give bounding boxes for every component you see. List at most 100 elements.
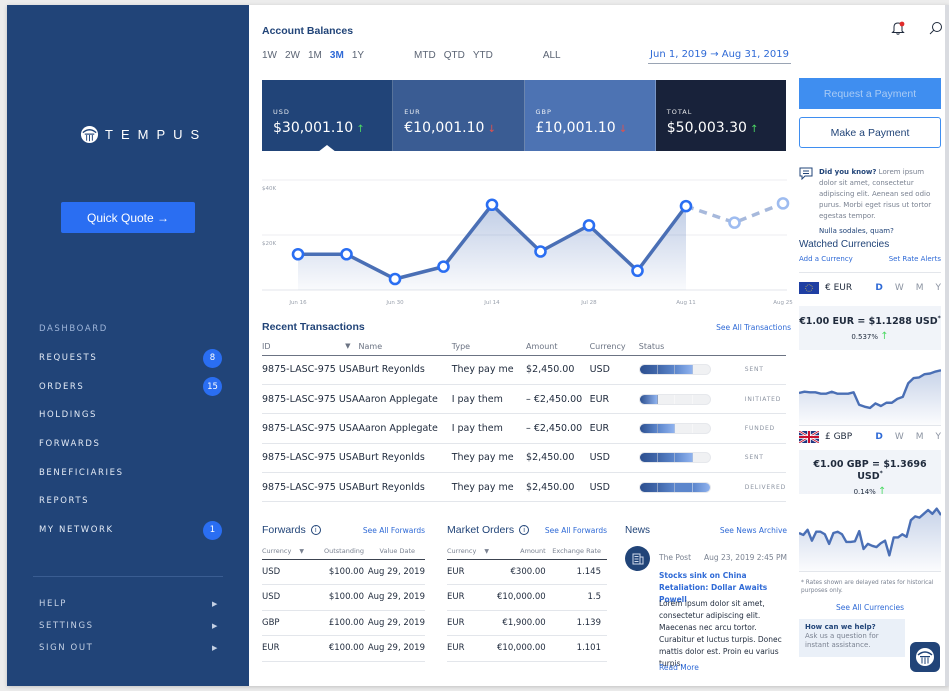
table-row[interactable]: EUR €100.00 Aug 29, 2019 [262,635,425,662]
progress-segment [639,365,658,375]
brand-name: TEMPUS [105,127,208,142]
count-badge: 15 [203,377,222,397]
see-all-forwards-link[interactable]: See All Forwards [363,526,425,535]
col-type[interactable]: Type [451,338,525,356]
see-all-currencies-link[interactable]: See All Currencies [799,603,941,612]
table-row[interactable]: EUR €10,000.00 1.5 [447,584,607,611]
table-row[interactable]: EUR €10,000.00 1.101 [447,635,607,662]
range-2w[interactable]: 2W [285,50,300,61]
quick-quote-button[interactable]: Quick Quote → [61,202,195,233]
transaction-row[interactable]: 9875-LASC-975 USA Aaron Applegate I pay th… [262,384,786,415]
currency-name[interactable]: £ GBP [825,432,852,442]
chat-assistant-button[interactable] [910,642,940,672]
scrollbar[interactable] [945,5,949,686]
table-row[interactable]: EUR €1,900.00 1.139 [447,610,607,636]
balance-value: £10,001.10 ↓ [535,120,628,136]
col-currency[interactable]: Currency ▼ [262,543,314,560]
transaction-amount: $2,450.00 [524,355,590,385]
nav-item-sign-out[interactable]: SIGN OUT ▶ [39,637,219,659]
nav-item-my-network[interactable]: MY NETWORK 1 [39,516,222,545]
balance-card-total[interactable]: TOTAL $50,003.30 ↑ [655,80,786,151]
nav-item-help[interactable]: HELP ▶ [39,593,219,615]
help-text: Ask us a question for instant assistance… [805,632,879,649]
range-ytd[interactable]: YTD [473,50,493,61]
period-w[interactable]: W [895,432,904,442]
see-all-transactions-link[interactable]: See All Transactions [716,323,791,332]
nav-item-beneficiaries[interactable]: BENEFICIARIES [39,458,219,487]
date-range-picker[interactable]: Jun 1, 2019 → Aug 31, 2019 [648,49,791,64]
transaction-row[interactable]: 9875-LASC-975 USA Burt Reyonlds They pay m… [262,443,786,474]
period-m[interactable]: M [916,432,924,442]
col-currency[interactable]: Currency [589,338,639,356]
nav-item-holdings[interactable]: HOLDINGS [39,401,219,430]
x-tick-label: Aug 25 [773,300,793,306]
col-currency[interactable]: Currency ▼ [447,543,497,560]
col-id[interactable]: ID ▼ [262,338,359,356]
forwards-table: Currency ▼ Outstanding Value Date USD $10… [262,543,425,662]
period-y[interactable]: Y [936,432,942,442]
table-row[interactable]: GBP £100.00 Aug 29, 2019 [262,610,425,636]
col-name[interactable]: Name [358,338,452,356]
nav-item-settings[interactable]: SETTINGS ▶ [39,615,219,637]
period-d[interactable]: D [875,432,882,442]
see-news-archive-link[interactable]: See News Archive [720,526,787,535]
count-badge: 1 [203,520,222,540]
divider [799,272,941,273]
see-all-market-orders-link[interactable]: See All Forwards [545,526,607,535]
news-timestamp: Aug 23, 2019 2:45 PM [703,553,787,562]
nav-item-forwards[interactable]: FORWARDS [39,430,219,459]
nav-item-reports[interactable]: REPORTS [39,487,219,516]
balance-card-gbp[interactable]: GBP £10,001.10 ↓ [524,80,656,151]
period-w[interactable]: W [895,283,904,293]
table-cell: €10,000.00 [497,635,546,662]
did-you-know-link[interactable]: Nulla sodales, quam? [819,226,941,237]
col-exchange-rate[interactable]: Exchange Rate [545,543,607,560]
search-icon[interactable] [929,21,943,35]
range-mtd[interactable]: MTD [414,50,436,61]
info-icon[interactable]: i [519,525,530,536]
col-outstanding[interactable]: Outstanding [314,543,364,560]
nav-item-requests[interactable]: REQUESTS 8 [39,344,222,373]
transaction-row[interactable]: 9875-LASC-975 USA Aaron Applegate I pay th… [262,413,786,444]
add-currency-link[interactable]: Add a Currency [799,255,853,263]
transaction-row[interactable]: 9875-LASC-975 USA Burt Reyonlds They pay m… [262,355,786,385]
transaction-row[interactable]: 9875-LASC-975 USA Burt Reyonlds They pay m… [262,472,786,503]
table-row[interactable]: USD $100.00 Aug 29, 2019 [262,559,425,585]
col-value-date[interactable]: Value Date [364,543,425,560]
read-more-link[interactable]: Read More [659,663,699,672]
sort-caret-icon[interactable]: ▼ [345,342,350,350]
range-all[interactable]: ALL [543,50,561,61]
help-prompt[interactable]: How can we help? Ask us a question for i… [799,619,905,657]
sort-caret-icon: ▼ [484,547,489,555]
range-qtd[interactable]: QTD [444,50,465,61]
currency-name[interactable]: € EUR [825,283,852,293]
gbp-rate-box: €1.00 GBP = $1.3696 USD* 0.14% ↑ [799,450,941,498]
set-rate-alerts-link[interactable]: Set Rate Alerts [889,255,941,263]
period-d[interactable]: D [875,283,882,293]
col-status[interactable]: Status [638,338,786,356]
request-payment-button[interactable]: Request a Payment [799,78,941,109]
notification-bell-icon[interactable] [891,21,905,35]
nav-item-orders[interactable]: ORDERS 15 [39,372,222,401]
brand-logo[interactable]: TEMPUS [80,125,207,144]
info-icon[interactable]: i [310,525,321,536]
range-1m[interactable]: 1M [308,50,322,61]
make-payment-button[interactable]: Make a Payment [799,117,941,148]
data-point [631,264,644,278]
range-1w[interactable]: 1W [262,50,277,61]
eur-sparkline [799,369,941,425]
table-row[interactable]: EUR €300.00 1.145 [447,559,607,585]
col-amount[interactable]: Amount [524,338,590,356]
balance-card-usd[interactable]: USD $30,001.10 ↑ [262,80,394,152]
range-3m[interactable]: 3M [330,50,344,61]
balance-card-eur[interactable]: EUR €10,001.10 ↓ [393,80,525,151]
range-1y[interactable]: 1Y [352,50,364,61]
table-row[interactable]: USD $100.00 Aug 29, 2019 [262,584,425,611]
rates-disclaimer: * Rates shown are delayed rates for hist… [801,580,934,594]
period-y[interactable]: Y [936,283,942,293]
nav-label: MY NETWORK [39,525,114,536]
col-amount[interactable]: Amount [497,543,546,560]
rate-change: 0.14% ↑ [853,486,887,498]
nav-item-dashboard[interactable]: DASHBOARD [39,315,219,344]
period-m[interactable]: M [916,283,924,293]
